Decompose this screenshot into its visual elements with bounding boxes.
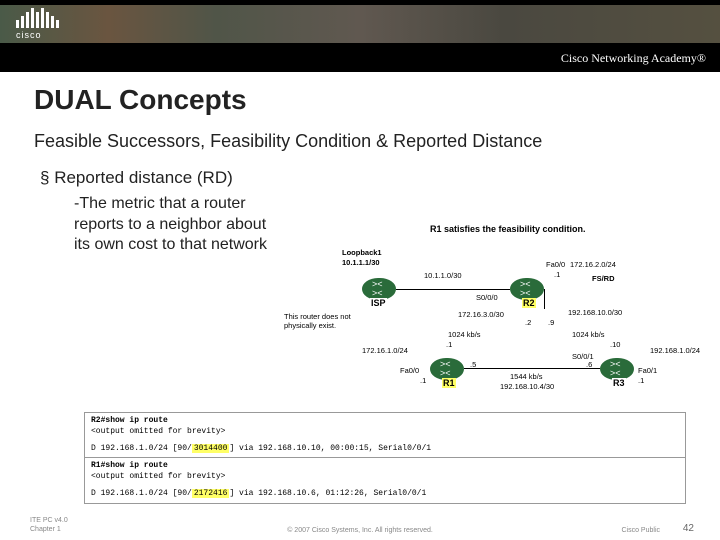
dot-1b: .1 — [446, 340, 452, 349]
wire-isp-r2 — [396, 289, 510, 290]
net-172-16-2: 172.16.2.0/24 — [570, 260, 616, 269]
speed-1024b: 1024 kb/s — [572, 330, 605, 339]
port-fa01-r3: Fa0/1 — [638, 366, 657, 375]
cli-r1-metric: 2172416 — [192, 489, 230, 498]
dot-6: .6 — [586, 360, 592, 369]
cli-r2: R2#show ip route <output omitted for bre… — [85, 413, 685, 457]
cli-r1-omit: <output omitted for brevity> — [91, 472, 679, 483]
cli-r2-omit: <output omitted for brevity> — [91, 427, 679, 438]
dot-2: .2 — [525, 318, 531, 327]
dot-1d: .1 — [638, 376, 644, 385]
speed-1544: 1544 kb/s — [510, 372, 543, 381]
slide-content: DUAL Concepts Feasible Successors, Feasi… — [0, 72, 720, 256]
footer-copyright: © 2007 Cisco Systems, Inc. All rights re… — [287, 527, 433, 534]
speed-1024: 1024 kb/s — [448, 330, 481, 339]
footer-left: ITE PC v4.0 Chapter 1 — [30, 517, 68, 534]
dot-1c: .1 — [420, 376, 426, 385]
router-r3-label: R3 — [612, 378, 626, 388]
cli-r2-route: D 192.168.1.0/24 [90/3014400] via 192.16… — [91, 444, 679, 455]
academy-text: Cisco Networking Academy® — [561, 51, 706, 66]
fsrd-label: FS/RD — [592, 274, 615, 283]
dot-1a: .1 — [554, 270, 560, 279]
port-fa00-r2: Fa0/0 — [546, 260, 565, 269]
diagram-caption: R1 satisfies the feasibility condition. — [430, 224, 586, 234]
router-r2-label: R2 — [522, 298, 536, 308]
cli-r1-route: D 192.168.1.0/24 [90/2172416] via 192.16… — [91, 489, 679, 500]
net-172-16-1: 172.16.1.0/24 — [362, 346, 408, 355]
loopback-title: Loopback1 — [342, 248, 382, 257]
net-10-1-1: 10.1.1.0/30 — [424, 271, 462, 280]
dot-10: .10 — [610, 340, 620, 349]
cli-r2-cmd: R2#show ip route — [91, 416, 168, 425]
router-isp-icon — [362, 278, 396, 300]
cli-r1-cmd: R1#show ip route — [91, 461, 168, 470]
subbullet-rd-def: -The metric that a router reports to a n… — [74, 194, 274, 256]
wire-r1-r3 — [464, 368, 600, 369]
diagram-note: This router does not physically exist. — [284, 312, 364, 330]
net-192-168-10-4: 192.168.10.4/30 — [500, 382, 554, 391]
cli-r1: R1#show ip route <output omitted for bre… — [85, 457, 685, 502]
router-r1-icon — [430, 358, 464, 380]
loopback-ip: 10.1.1.1/30 — [342, 258, 380, 267]
page-number: 42 — [683, 523, 694, 534]
cli-output-box: R2#show ip route <output omitted for bre… — [84, 412, 686, 504]
net-192-168-1: 192.168.1.0/24 — [650, 346, 700, 355]
dot-9: .9 — [548, 318, 554, 327]
bullet-rd: Reported distance (RD) — [40, 167, 686, 188]
port-fa00-r1: Fa0/0 — [400, 366, 419, 375]
router-r2-icon — [510, 278, 544, 300]
net-192-168-10-8: 192.168.10.0/30 — [568, 308, 622, 317]
cisco-logo: cisco — [16, 8, 59, 40]
cisco-brand-text: cisco — [16, 30, 59, 40]
cli-r2-metric: 3014400 — [192, 444, 230, 453]
cisco-bars-icon — [16, 8, 59, 28]
net-172-16-3: 172.16.3.0/30 — [458, 310, 504, 319]
wire-r2-down — [544, 289, 545, 309]
dot-5: .5 — [470, 360, 476, 369]
slide-title: DUAL Concepts — [34, 84, 686, 116]
footer-public: Cisco Public — [621, 527, 660, 534]
router-r3-icon — [600, 358, 634, 380]
header-photo-strip — [0, 5, 720, 43]
slide-subtitle: Feasible Successors, Feasibility Conditi… — [34, 130, 686, 153]
router-isp-label: ISP — [370, 298, 387, 308]
router-r1-label: R1 — [442, 378, 456, 388]
port-s000-r2: S0/0/0 — [476, 293, 498, 302]
header-banner: cisco Cisco Networking Academy® — [0, 0, 720, 72]
